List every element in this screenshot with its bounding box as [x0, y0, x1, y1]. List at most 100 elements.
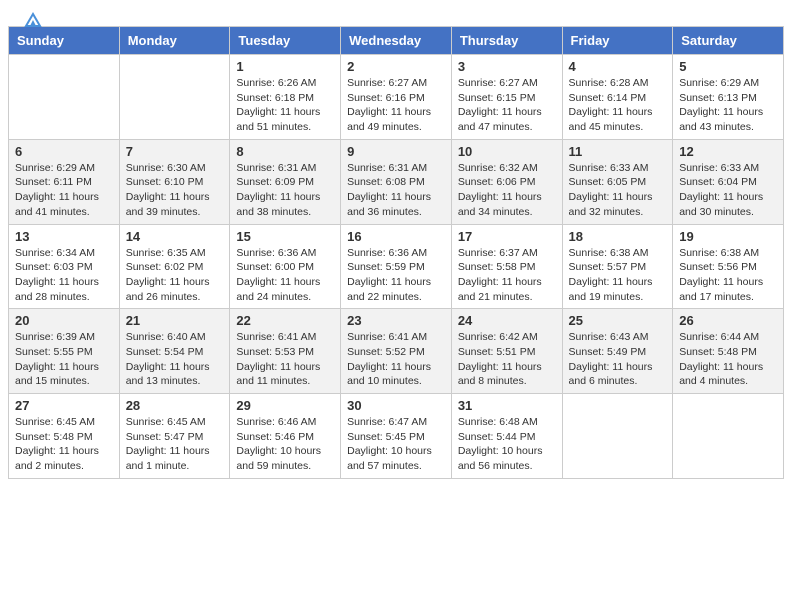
daylight-text: Daylight: 11 hours [458, 190, 556, 205]
daylight-text-cont: and 59 minutes. [236, 459, 334, 474]
day-number: 7 [126, 144, 224, 159]
sunrise-text: Sunrise: 6:33 AM [569, 161, 667, 176]
calendar-cell: 23Sunrise: 6:41 AMSunset: 5:52 PMDayligh… [341, 309, 452, 394]
calendar-cell: 2 Sunrise: 6:27 AMSunset: 6:16 PMDaylight… [341, 55, 452, 140]
calendar-cell [9, 55, 120, 140]
calendar-week-row: 1Sunrise: 6:26 AMSunset: 6:18 PMDaylight… [9, 55, 784, 140]
day-number: 13 [15, 229, 113, 244]
day-number: 14 [126, 229, 224, 244]
calendar-cell: 21Sunrise: 6:40 AMSunset: 5:54 PMDayligh… [119, 309, 230, 394]
sunrise-text: Sunrise: 6:41 AM [236, 330, 334, 345]
day-number: 20 [15, 313, 113, 328]
calendar-cell: 9Sunrise: 6:31 AMSunset: 6:08 PMDaylight… [341, 139, 452, 224]
sunrise-text: Sunrise: 6:43 AM [569, 330, 667, 345]
day-info: Sunrise: 6:35 AMSunset: 6:02 PMDaylight:… [126, 246, 224, 305]
calendar-cell: 29Sunrise: 6:46 AMSunset: 5:46 PMDayligh… [230, 394, 341, 479]
daylight-text: Daylight: 11 hours [569, 275, 667, 290]
sunrise-text: Sunrise: 6:38 AM [569, 246, 667, 261]
sunrise-text: Sunrise: 6:30 AM [126, 161, 224, 176]
day-number: 11 [569, 144, 667, 159]
sunset-text: Sunset: 5:44 PM [458, 430, 556, 445]
daylight-text: Daylight: 11 hours [126, 444, 224, 459]
daylight-text: Daylight: 11 hours [15, 275, 113, 290]
day-number: 26 [679, 313, 777, 328]
day-info: Sunrise: 6:38 AMSunset: 5:56 PMDaylight:… [679, 246, 777, 305]
day-number: 23 [347, 313, 445, 328]
daylight-text: Daylight: 11 hours [679, 275, 777, 290]
day-number: 2 [347, 59, 445, 74]
day-info: Sunrise: 6:31 AMSunset: 6:08 PMDaylight:… [347, 161, 445, 220]
calendar-cell: 28Sunrise: 6:45 AMSunset: 5:47 PMDayligh… [119, 394, 230, 479]
daylight-text: Daylight: 11 hours [569, 360, 667, 375]
sunset-text: Sunset: 5:58 PM [458, 260, 556, 275]
daylight-text: Daylight: 11 hours [347, 190, 445, 205]
calendar-cell [673, 394, 784, 479]
sunrise-text: Sunrise: 6:45 AM [15, 415, 113, 430]
day-info: Sunrise: 6:26 AMSunset: 6:18 PMDaylight:… [236, 76, 334, 135]
daylight-text: Daylight: 11 hours [126, 360, 224, 375]
daylight-text: Daylight: 11 hours [679, 105, 777, 120]
daylight-text: Daylight: 11 hours [15, 360, 113, 375]
sunrise-text: Sunrise: 6:36 AM [236, 246, 334, 261]
calendar-cell: 15Sunrise: 6:36 AMSunset: 6:00 PMDayligh… [230, 224, 341, 309]
day-info: Sunrise: 6:48 AMSunset: 5:44 PMDaylight:… [458, 415, 556, 474]
sunrise-text: Sunrise: 6:39 AM [15, 330, 113, 345]
day-info: Sunrise: 6:27 AMSunset: 6:16 PMDaylight:… [347, 76, 445, 135]
sunset-text: Sunset: 5:51 PM [458, 345, 556, 360]
daylight-text: Daylight: 11 hours [347, 105, 445, 120]
daylight-text: Daylight: 11 hours [569, 105, 667, 120]
day-header-tuesday: Tuesday [230, 27, 341, 55]
sunset-text: Sunset: 6:00 PM [236, 260, 334, 275]
calendar-cell: 10Sunrise: 6:32 AMSunset: 6:06 PMDayligh… [451, 139, 562, 224]
sunset-text: Sunset: 5:49 PM [569, 345, 667, 360]
calendar-cell: 4Sunrise: 6:28 AMSunset: 6:14 PMDaylight… [562, 55, 673, 140]
sunset-text: Sunset: 6:15 PM [458, 91, 556, 106]
day-number: 8 [236, 144, 334, 159]
sunrise-text: Sunrise: 6:38 AM [679, 246, 777, 261]
daylight-text-cont: and 30 minutes. [679, 205, 777, 220]
daylight-text-cont: and 32 minutes. [569, 205, 667, 220]
sunrise-text: Sunrise: 6:34 AM [15, 246, 113, 261]
calendar-cell: 26 Sunrise: 6:44 AMSunset: 5:48 PMDayligh… [673, 309, 784, 394]
day-number: 15 [236, 229, 334, 244]
sunrise-text: Sunrise: 6:31 AM [236, 161, 334, 176]
day-info: Sunrise: 6:33 AMSunset: 6:05 PMDaylight:… [569, 161, 667, 220]
day-info: Sunrise: 6:34 AMSunset: 6:03 PMDaylight:… [15, 246, 113, 305]
sunset-text: Sunset: 5:48 PM [15, 430, 113, 445]
day-info: Sunrise: 6:44 AMSunset: 5:48 PMDaylight:… [679, 330, 777, 389]
daylight-text-cont: and 56 minutes. [458, 459, 556, 474]
daylight-text-cont: and 17 minutes. [679, 290, 777, 305]
sunset-text: Sunset: 5:48 PM [679, 345, 777, 360]
sunrise-text: Sunrise: 6:46 AM [236, 415, 334, 430]
day-header-friday: Friday [562, 27, 673, 55]
daylight-text-cont: and 10 minutes. [347, 374, 445, 389]
sunset-text: Sunset: 5:57 PM [569, 260, 667, 275]
sunrise-text: Sunrise: 6:29 AM [15, 161, 113, 176]
sunset-text: Sunset: 6:02 PM [126, 260, 224, 275]
sunset-text: Sunset: 6:16 PM [347, 91, 445, 106]
sunrise-text: Sunrise: 6:32 AM [458, 161, 556, 176]
calendar-cell: 20Sunrise: 6:39 AMSunset: 5:55 PMDayligh… [9, 309, 120, 394]
day-info: Sunrise: 6:30 AMSunset: 6:10 PMDaylight:… [126, 161, 224, 220]
logo-icon [24, 12, 42, 28]
day-number: 12 [679, 144, 777, 159]
sunrise-text: Sunrise: 6:28 AM [569, 76, 667, 91]
sunrise-text: Sunrise: 6:35 AM [126, 246, 224, 261]
day-number: 18 [569, 229, 667, 244]
daylight-text-cont: and 47 minutes. [458, 120, 556, 135]
daylight-text-cont: and 41 minutes. [15, 205, 113, 220]
calendar-cell: 18 Sunrise: 6:38 AMSunset: 5:57 PMDayligh… [562, 224, 673, 309]
sunset-text: Sunset: 6:13 PM [679, 91, 777, 106]
day-info: Sunrise: 6:42 AMSunset: 5:51 PMDaylight:… [458, 330, 556, 389]
daylight-text-cont: and 49 minutes. [347, 120, 445, 135]
sunset-text: Sunset: 6:09 PM [236, 175, 334, 190]
sunset-text: Sunset: 6:05 PM [569, 175, 667, 190]
sunrise-text: Sunrise: 6:27 AM [458, 76, 556, 91]
day-header-sunday: Sunday [9, 27, 120, 55]
sunrise-text: Sunrise: 6:26 AM [236, 76, 334, 91]
sunrise-text: Sunrise: 6:41 AM [347, 330, 445, 345]
sunset-text: Sunset: 5:52 PM [347, 345, 445, 360]
sunrise-text: Sunrise: 6:47 AM [347, 415, 445, 430]
day-info: Sunrise: 6:29 AMSunset: 6:11 PMDaylight:… [15, 161, 113, 220]
day-number: 19 [679, 229, 777, 244]
